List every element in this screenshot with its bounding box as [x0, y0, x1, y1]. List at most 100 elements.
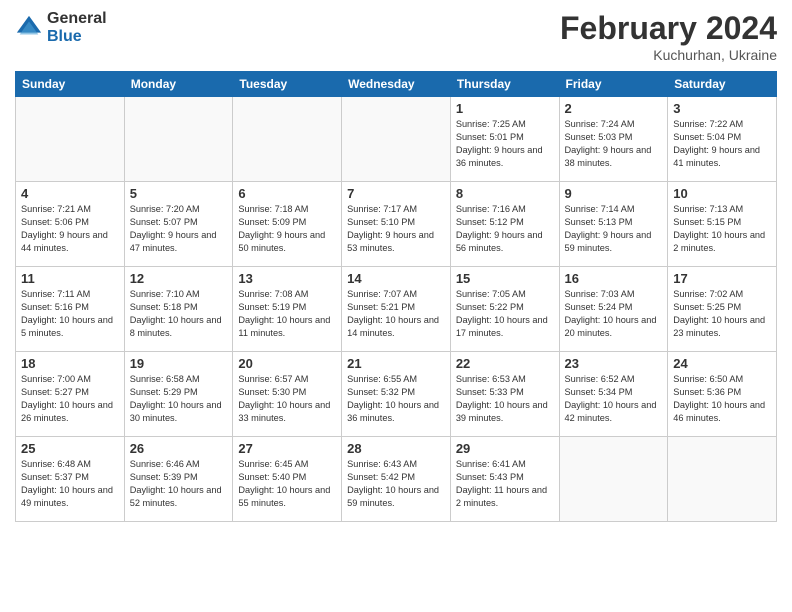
calendar-week-5: 25 Sunrise: 6:48 AMSunset: 5:37 PMDayligh… [16, 437, 777, 522]
day-info: Sunrise: 6:43 AMSunset: 5:42 PMDaylight:… [347, 458, 445, 510]
calendar-week-2: 4Sunrise: 7:21 AMSunset: 5:06 PMDaylight… [16, 182, 777, 267]
day-number: 18 [21, 356, 119, 371]
calendar-cell: 28 Sunrise: 6:43 AMSunset: 5:42 PMDayligh… [342, 437, 451, 522]
day-number: 1 [456, 101, 554, 116]
calendar-cell [559, 437, 668, 522]
col-saturday: Saturday [668, 72, 777, 97]
calendar-cell: 20 Sunrise: 6:57 AMSunset: 5:30 PMDayligh… [233, 352, 342, 437]
day-info: Sunrise: 7:03 AMSunset: 5:24 PMDaylight:… [565, 288, 663, 340]
calendar-cell: 16Sunrise: 7:03 AMSunset: 5:24 PMDayligh… [559, 267, 668, 352]
calendar-cell: 6 Sunrise: 7:18 AMSunset: 5:09 PMDaylight… [233, 182, 342, 267]
logo: General Blue [15, 10, 107, 45]
calendar-cell: 21Sunrise: 6:55 AMSunset: 5:32 PMDayligh… [342, 352, 451, 437]
col-monday: Monday [124, 72, 233, 97]
calendar-cell: 26Sunrise: 6:46 AMSunset: 5:39 PMDayligh… [124, 437, 233, 522]
page: General Blue February 2024 Kuchurhan, Uk… [0, 0, 792, 612]
day-info: Sunrise: 6:57 AMSunset: 5:30 PMDaylight:… [238, 373, 336, 425]
title-section: February 2024 Kuchurhan, Ukraine [560, 10, 777, 63]
calendar-cell: 15Sunrise: 7:05 AMSunset: 5:22 PMDayligh… [450, 267, 559, 352]
day-info: Sunrise: 7:22 AMSunset: 5:04 PMDaylight:… [673, 118, 771, 170]
calendar-cell: 7 Sunrise: 7:17 AMSunset: 5:10 PMDaylight… [342, 182, 451, 267]
day-number: 25 [21, 441, 119, 456]
col-wednesday: Wednesday [342, 72, 451, 97]
location: Kuchurhan, Ukraine [560, 47, 777, 63]
calendar-cell: 24 Sunrise: 6:50 AMSunset: 5:36 PMDayligh… [668, 352, 777, 437]
calendar-cell: 1 Sunrise: 7:25 AMSunset: 5:01 PMDaylight… [450, 97, 559, 182]
day-info: Sunrise: 7:07 AMSunset: 5:21 PMDaylight:… [347, 288, 445, 340]
day-info: Sunrise: 7:00 AMSunset: 5:27 PMDaylight:… [21, 373, 119, 425]
day-number: 27 [238, 441, 336, 456]
calendar-cell: 17 Sunrise: 7:02 AMSunset: 5:25 PMDayligh… [668, 267, 777, 352]
day-info: Sunrise: 6:58 AMSunset: 5:29 PMDaylight:… [130, 373, 228, 425]
weekday-header-row: Sunday Monday Tuesday Wednesday Thursday… [16, 72, 777, 97]
day-info: Sunrise: 7:18 AMSunset: 5:09 PMDaylight:… [238, 203, 336, 255]
day-number: 4 [21, 186, 119, 201]
day-info: Sunrise: 6:55 AMSunset: 5:32 PMDaylight:… [347, 373, 445, 425]
day-number: 28 [347, 441, 445, 456]
calendar-cell: 11 Sunrise: 7:11 AMSunset: 5:16 PMDayligh… [16, 267, 125, 352]
day-info: Sunrise: 7:17 AMSunset: 5:10 PMDaylight:… [347, 203, 445, 255]
calendar-cell: 25 Sunrise: 6:48 AMSunset: 5:37 PMDayligh… [16, 437, 125, 522]
day-number: 5 [130, 186, 228, 201]
day-number: 3 [673, 101, 771, 116]
day-number: 9 [565, 186, 663, 201]
day-info: Sunrise: 7:14 AMSunset: 5:13 PMDaylight:… [565, 203, 663, 255]
day-info: Sunrise: 7:11 AMSunset: 5:16 PMDaylight:… [21, 288, 119, 340]
calendar-cell: 4Sunrise: 7:21 AMSunset: 5:06 PMDaylight… [16, 182, 125, 267]
calendar-cell: 9 Sunrise: 7:14 AMSunset: 5:13 PMDaylight… [559, 182, 668, 267]
day-number: 8 [456, 186, 554, 201]
day-info: Sunrise: 6:50 AMSunset: 5:36 PMDaylight:… [673, 373, 771, 425]
day-info: Sunrise: 7:10 AMSunset: 5:18 PMDaylight:… [130, 288, 228, 340]
day-info: Sunrise: 6:48 AMSunset: 5:37 PMDaylight:… [21, 458, 119, 510]
calendar-week-3: 11 Sunrise: 7:11 AMSunset: 5:16 PMDayligh… [16, 267, 777, 352]
day-number: 14 [347, 271, 445, 286]
day-number: 7 [347, 186, 445, 201]
calendar-cell: 19 Sunrise: 6:58 AMSunset: 5:29 PMDayligh… [124, 352, 233, 437]
day-number: 20 [238, 356, 336, 371]
calendar-cell: 13 Sunrise: 7:08 AMSunset: 5:19 PMDayligh… [233, 267, 342, 352]
day-info: Sunrise: 7:16 AMSunset: 5:12 PMDaylight:… [456, 203, 554, 255]
day-info: Sunrise: 7:13 AMSunset: 5:15 PMDaylight:… [673, 203, 771, 255]
col-sunday: Sunday [16, 72, 125, 97]
header: General Blue February 2024 Kuchurhan, Uk… [15, 10, 777, 63]
calendar-cell: 23 Sunrise: 6:52 AMSunset: 5:34 PMDayligh… [559, 352, 668, 437]
day-number: 10 [673, 186, 771, 201]
calendar-cell [233, 97, 342, 182]
calendar-cell: 5 Sunrise: 7:20 AMSunset: 5:07 PMDaylight… [124, 182, 233, 267]
calendar-cell [668, 437, 777, 522]
day-number: 13 [238, 271, 336, 286]
calendar-cell [16, 97, 125, 182]
month-title: February 2024 [560, 10, 777, 47]
col-friday: Friday [559, 72, 668, 97]
day-number: 2 [565, 101, 663, 116]
day-info: Sunrise: 7:25 AMSunset: 5:01 PMDaylight:… [456, 118, 554, 170]
day-number: 11 [21, 271, 119, 286]
day-number: 17 [673, 271, 771, 286]
calendar-cell: 12Sunrise: 7:10 AMSunset: 5:18 PMDayligh… [124, 267, 233, 352]
day-info: Sunrise: 6:46 AMSunset: 5:39 PMDaylight:… [130, 458, 228, 510]
calendar-week-1: 1 Sunrise: 7:25 AMSunset: 5:01 PMDaylight… [16, 97, 777, 182]
day-info: Sunrise: 7:02 AMSunset: 5:25 PMDaylight:… [673, 288, 771, 340]
calendar-cell [342, 97, 451, 182]
calendar-cell: 14 Sunrise: 7:07 AMSunset: 5:21 PMDayligh… [342, 267, 451, 352]
day-info: Sunrise: 7:08 AMSunset: 5:19 PMDaylight:… [238, 288, 336, 340]
logo-general: General [47, 10, 107, 28]
calendar-cell: 22Sunrise: 6:53 AMSunset: 5:33 PMDayligh… [450, 352, 559, 437]
calendar-cell: 18 Sunrise: 7:00 AMSunset: 5:27 PMDayligh… [16, 352, 125, 437]
day-info: Sunrise: 6:41 AMSunset: 5:43 PMDaylight:… [456, 458, 554, 510]
day-info: Sunrise: 6:45 AMSunset: 5:40 PMDaylight:… [238, 458, 336, 510]
day-number: 29 [456, 441, 554, 456]
calendar-cell: 8 Sunrise: 7:16 AMSunset: 5:12 PMDaylight… [450, 182, 559, 267]
day-info: Sunrise: 6:52 AMSunset: 5:34 PMDaylight:… [565, 373, 663, 425]
day-info: Sunrise: 7:20 AMSunset: 5:07 PMDaylight:… [130, 203, 228, 255]
day-number: 6 [238, 186, 336, 201]
logo-icon [15, 14, 43, 42]
logo-blue: Blue [47, 28, 107, 46]
day-number: 23 [565, 356, 663, 371]
calendar: Sunday Monday Tuesday Wednesday Thursday… [15, 71, 777, 522]
day-number: 24 [673, 356, 771, 371]
day-number: 22 [456, 356, 554, 371]
calendar-cell: 3 Sunrise: 7:22 AMSunset: 5:04 PMDaylight… [668, 97, 777, 182]
day-number: 19 [130, 356, 228, 371]
day-info: Sunrise: 7:24 AMSunset: 5:03 PMDaylight:… [565, 118, 663, 170]
